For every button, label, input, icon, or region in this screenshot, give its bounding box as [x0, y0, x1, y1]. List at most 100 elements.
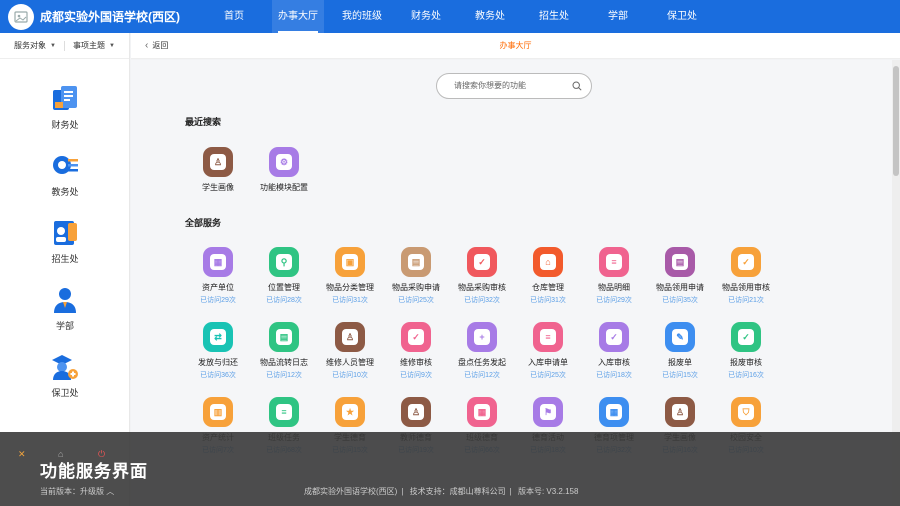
caption-title: 功能服务界面: [40, 462, 148, 481]
nav-academic-affairs[interactable]: 教务处: [464, 0, 516, 33]
visit-count: 已访问15次: [662, 372, 698, 379]
sidebar-item-division[interactable]: 学部: [0, 285, 130, 332]
service-tile[interactable]: ⌂ 仓库管理 已访问31次: [515, 247, 581, 305]
service-icon: ✓: [467, 247, 497, 277]
service-name: 报废单: [668, 358, 692, 367]
service-tile[interactable]: ✓ 维修审核 已访问9次: [383, 322, 449, 380]
filter-service-target[interactable]: 服务对象 ▼: [14, 40, 56, 51]
tools-icon[interactable]: ✕: [18, 449, 28, 459]
service-glyph-icon: ♙: [210, 154, 226, 170]
service-icon: ✓: [599, 322, 629, 352]
visit-count: 已访问35次: [662, 297, 698, 304]
service-name: 维修审核: [400, 358, 432, 367]
service-icon: ≡: [269, 397, 299, 427]
sidebar-item-label: 保卫处: [51, 388, 79, 398]
service-glyph-icon: ✎: [672, 329, 688, 345]
visit-count: 已访问21次: [728, 297, 764, 304]
service-tile[interactable]: ⚲ 位置管理 已访问28次: [251, 247, 317, 305]
search-placeholder: 请搜索你想要的功能: [454, 81, 526, 90]
service-tile[interactable]: ✓ 物品领用审核 已访问21次: [713, 247, 779, 305]
service-glyph-icon: ✓: [738, 329, 754, 345]
service-tile[interactable]: ▤ 物品流转日志 已访问12次: [251, 322, 317, 380]
sidebar-item-security[interactable]: 保卫处: [0, 352, 130, 399]
service-glyph-icon: ▦: [474, 404, 490, 420]
service-name: 维修人员管理: [326, 358, 374, 367]
service-name: 物品明细: [598, 283, 630, 292]
nav-division[interactable]: 学部: [592, 0, 644, 33]
footer-school: 成都实验外国语学校(西区): [304, 487, 398, 496]
service-tile[interactable]: ▣ 物品分类管理 已访问31次: [317, 247, 383, 305]
nav-home[interactable]: 首页: [208, 0, 260, 33]
visit-count: 已访问28次: [266, 297, 302, 304]
visit-count: 已访问31次: [332, 297, 368, 304]
visit-count: 已访问12次: [464, 372, 500, 379]
sidebar-filters: 服务对象 ▼ 事项主题 ▼: [0, 33, 129, 59]
back-button[interactable]: ‹ 返回: [145, 33, 168, 59]
service-tile[interactable]: ♙ 学生画像: [185, 147, 251, 193]
filter-topic[interactable]: 事项主题 ▼: [73, 40, 115, 51]
nav-service-hall[interactable]: 办事大厅: [272, 0, 324, 33]
visit-count: 已访问10次: [332, 372, 368, 379]
service-icon: +: [467, 322, 497, 352]
service-glyph-icon: ⇄: [210, 329, 226, 345]
top-navigation-bar: 成都实验外国语学校(西区) 首页 办事大厅 我的班级 财务处 教务处 招生处 学…: [0, 0, 900, 33]
nav-admissions[interactable]: 招生处: [528, 0, 580, 33]
scrollbar-thumb[interactable]: [893, 66, 899, 176]
chevron-left-icon: ‹: [145, 40, 149, 51]
service-glyph-icon: ▦: [210, 254, 226, 270]
service-name: 物品领用申请: [656, 283, 704, 292]
sidebar-item-finance[interactable]: 财务处: [0, 84, 130, 131]
service-glyph-icon: ♙: [342, 329, 358, 345]
user-icon: [54, 288, 76, 313]
service-icon: ▣: [335, 247, 365, 277]
service-glyph-icon: +: [474, 329, 490, 345]
visit-count: 已访问25次: [530, 372, 566, 379]
sidebar-item-admissions[interactable]: 招生处: [0, 218, 130, 265]
sidebar-item-label: 学部: [55, 321, 74, 331]
service-tile[interactable]: ✓ 入库审核 已访问18次: [581, 322, 647, 380]
service-tile[interactable]: + 盘点任务发起 已访问12次: [449, 322, 515, 380]
service-tile[interactable]: ⚙ 功能模块配置: [251, 147, 317, 193]
version-switch[interactable]: 当前版本：升级版 ︿: [40, 486, 114, 497]
sidebar-item-academic-affairs[interactable]: 教务处: [0, 151, 130, 198]
service-name: 发放与归还: [198, 358, 238, 367]
service-icon: ▦: [203, 247, 233, 277]
service-tile[interactable]: ⇄ 发放与归还 已访问36次: [185, 322, 251, 380]
back-label: 返回: [152, 41, 169, 50]
service-tile[interactable]: ✓ 物品采购审核 已访问32次: [449, 247, 515, 305]
footer-version: 版本号: V3.2.158: [517, 487, 579, 496]
service-glyph-icon: ▦: [606, 404, 622, 420]
caret-down-icon: ▼: [50, 42, 56, 49]
service-icon: ▤: [401, 247, 431, 277]
nav-finance[interactable]: 财务处: [400, 0, 452, 33]
service-glyph-icon: ≡: [606, 254, 622, 270]
filter-label: 服务对象: [14, 41, 46, 50]
service-tile[interactable]: ♙ 维修人员管理 已访问10次: [317, 322, 383, 380]
service-name: 物品采购申请: [392, 283, 440, 292]
page-title: 办事大厅: [499, 41, 532, 50]
service-tile[interactable]: ≡ 物品明细 已访问29次: [581, 247, 647, 305]
service-glyph-icon: ⚲: [276, 254, 292, 270]
service-tile[interactable]: ▤ 物品领用申请 已访问35次: [647, 247, 713, 305]
search-input[interactable]: 请搜索你想要的功能: [436, 73, 592, 99]
service-icon: ✓: [731, 247, 761, 277]
service-tile[interactable]: ≡ 入库申请单 已访问25次: [515, 322, 581, 380]
service-tile[interactable]: ✓ 报废审核 已访问16次: [713, 322, 779, 380]
service-tile[interactable]: ▦ 资产单位 已访问29次: [185, 247, 251, 305]
service-tile[interactable]: ▤ 物品采购申请 已访问25次: [383, 247, 449, 305]
service-icon: ♙: [665, 397, 695, 427]
service-icon: ⚑: [533, 397, 563, 427]
filter-label: 事项主题: [72, 41, 105, 50]
all-services-title: 全部服务: [185, 218, 222, 228]
service-tile[interactable]: ✎ 报废单已访问15次: [647, 322, 713, 380]
visit-count: 已访问31次: [530, 297, 566, 304]
school-logo[interactable]: [8, 3, 34, 30]
service-glyph-icon: ▤: [276, 329, 292, 345]
search-icon[interactable]: [572, 81, 582, 91]
nav-security[interactable]: 保卫处: [656, 0, 708, 33]
recent-section-title: 最近搜索: [185, 117, 222, 127]
nav-my-class[interactable]: 我的班级: [336, 0, 388, 33]
visit-count: 已访问32次: [464, 297, 500, 304]
service-glyph-icon: ≡: [276, 404, 292, 420]
service-glyph-icon: ▣: [342, 254, 358, 270]
